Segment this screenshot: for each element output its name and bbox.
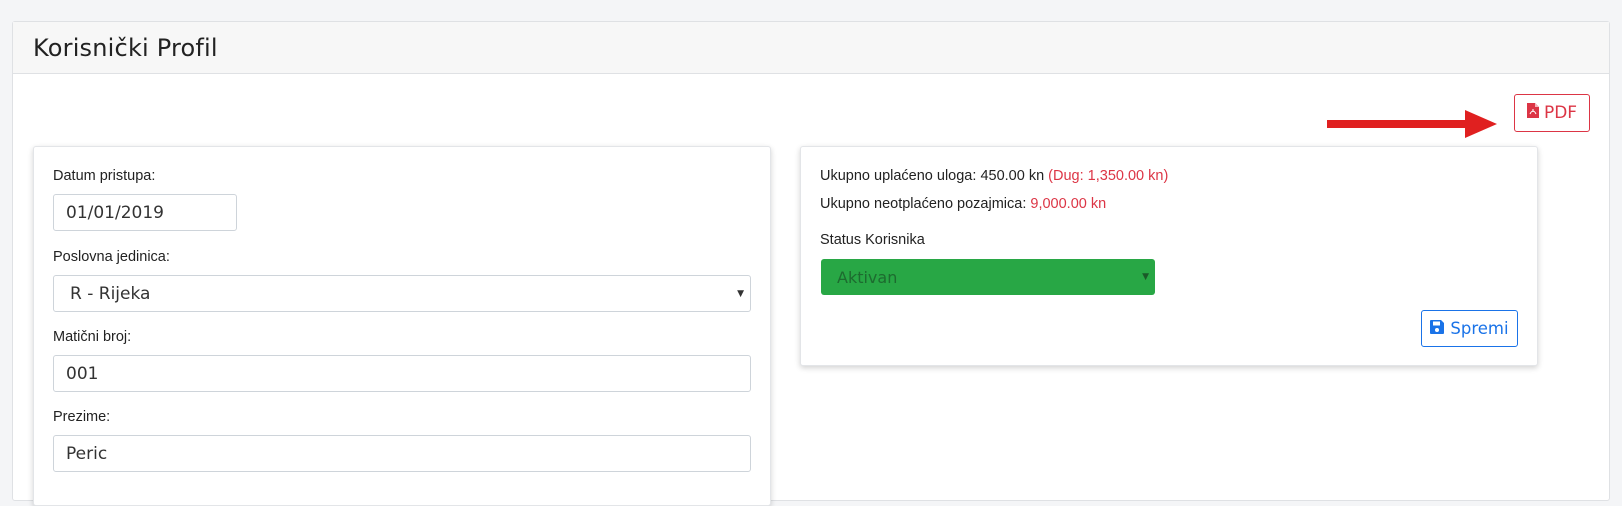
pdf-export-button[interactable]: PDF: [1514, 94, 1590, 132]
prezime-label: Prezime:: [53, 409, 111, 425]
maticni-broj-input[interactable]: 001: [53, 355, 751, 392]
datum-pristupa-input[interactable]: 01/01/2019: [53, 194, 237, 231]
red-arrow-annotation: [1327, 110, 1497, 138]
pdf-button-label: PDF: [1543, 103, 1578, 123]
card-header: Korisnički Profil: [13, 22, 1609, 74]
page-title: Korisnički Profil: [33, 33, 218, 62]
poslovna-jedinica-select[interactable]: R - Rijeka ▼: [53, 275, 751, 312]
save-button-label: Spremi: [1450, 319, 1509, 338]
maticni-broj-label: Matični broj:: [53, 329, 132, 345]
maticni-broj-value: 001: [66, 363, 99, 384]
neoplaceno-label: Ukupno neotplaćeno pozajmica:: [820, 196, 1027, 212]
uplaceno-label: Ukupno uplaćeno uloga:: [820, 168, 977, 184]
uplaceno-line: Ukupno uplaćeno uloga: 450.00 kn (Dug: 1…: [820, 168, 1168, 184]
poslovna-jedinica-label: Poslovna jedinica:: [53, 249, 170, 265]
save-button[interactable]: Spremi: [1421, 310, 1518, 347]
account-summary-panel: Ukupno uplaćeno uloga: 450.00 kn (Dug: 1…: [800, 146, 1538, 366]
status-korisnika-label: Status Korisnika: [820, 232, 925, 248]
poslovna-jedinica-value: R - Rijeka: [70, 283, 151, 304]
caret-down-icon: ▼: [737, 288, 744, 299]
file-pdf-icon: [1526, 103, 1539, 123]
dug-value: (Dug: 1,350.00 kn): [1048, 168, 1169, 184]
uplaceno-value: 450.00 kn: [980, 168, 1045, 184]
user-details-panel: Datum pristupa: 01/01/2019 Poslovna jedi…: [33, 146, 771, 506]
neoplaceno-line: Ukupno neotplaćeno pozajmica: 9,000.00 k…: [820, 196, 1106, 212]
caret-down-icon: ▼: [1142, 272, 1149, 282]
datum-pristupa-label: Datum pristupa:: [53, 168, 156, 184]
status-korisnika-select[interactable]: Aktivan ▼: [821, 259, 1155, 295]
neoplaceno-value: 9,000.00 kn: [1030, 196, 1107, 212]
floppy-disk-icon: [1430, 319, 1445, 338]
prezime-input[interactable]: Peric: [53, 435, 751, 472]
status-value: Aktivan: [837, 267, 898, 287]
datum-pristupa-value: 01/01/2019: [66, 202, 164, 223]
prezime-value: Peric: [66, 443, 108, 464]
profile-card: Korisnički Profil PDF Datum pristupa: 01…: [12, 21, 1610, 506]
